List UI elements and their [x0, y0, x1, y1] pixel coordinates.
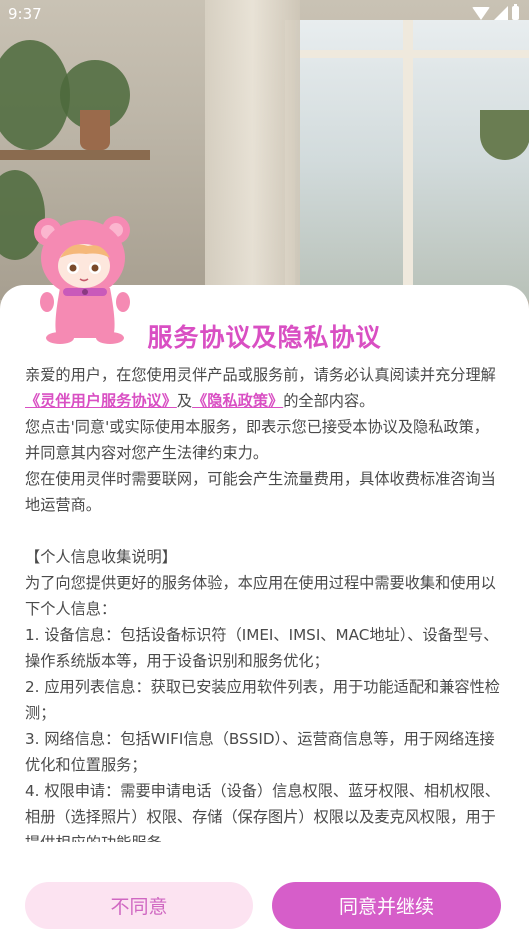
section-intro: 为了向您提供更好的服务体验，本应用在使用过程中需要收集和使用以下个人信息：: [25, 574, 496, 618]
status-icons: [472, 4, 519, 20]
section-header: 【个人信息收集说明】: [25, 548, 177, 566]
intro-suffix: 的全部内容。: [283, 392, 375, 410]
privacy-policy-link[interactable]: 《隐私政策》: [192, 392, 283, 410]
and-text: 及: [176, 392, 193, 410]
service-agreement-link[interactable]: 《灵伴用户服务协议》: [25, 392, 177, 410]
bottom-bar: [0, 942, 529, 948]
shelf: [0, 150, 150, 160]
network-paragraph: 您在使用灵伴时需要联网，可能会产生流量费用，具体收费标准咨询当地运营商。: [25, 470, 496, 514]
list-item: 2. 应用列表信息：获取已安装应用软件列表，用于功能适配和兼容性检测；: [25, 678, 500, 722]
consent-paragraph: 您点击'同意'或实际使用本服务，即表示您已接受本协议及隐私政策，并同意其内容对您…: [25, 418, 489, 462]
agreement-content[interactable]: 亲爱的用户，在您使用灵伴产品或服务前，请务必认真阅读并充分理解《灵伴用户服务协议…: [25, 362, 500, 842]
intro-prefix: 亲爱的用户，在您使用灵伴产品或服务前，请务必认真阅读并充分理解: [25, 366, 496, 384]
wifi-icon: [472, 6, 490, 20]
list-item: 4. 权限申请：需要申请电话（设备）信息权限、蓝牙权限、相机权限、相册（选择照片…: [25, 782, 500, 842]
list-item: 1. 设备信息：包括设备标识符（IMEI、IMSI、MAC地址）、设备型号、操作…: [25, 626, 499, 670]
dialog-title: 服务协议及隐私协议: [147, 323, 382, 352]
list-item: 3. 网络信息：包括WIFI信息（BSSID）、运营商信息等，用于网络连接优化和…: [25, 730, 495, 774]
disagree-button[interactable]: 不同意: [25, 882, 253, 929]
window-scene: [285, 20, 529, 300]
curtain: [205, 0, 300, 300]
status-bar: 9:37: [0, 0, 529, 30]
battery-icon: [512, 4, 519, 20]
intro-paragraph: 亲爱的用户，在您使用灵伴产品或服务前，请务必认真阅读并充分理解《灵伴用户服务协议…: [25, 362, 500, 414]
signal-icon: [494, 6, 508, 20]
hanging-plant: [480, 110, 529, 160]
agree-continue-button[interactable]: 同意并继续: [272, 882, 501, 929]
status-time: 9:37: [8, 5, 42, 23]
